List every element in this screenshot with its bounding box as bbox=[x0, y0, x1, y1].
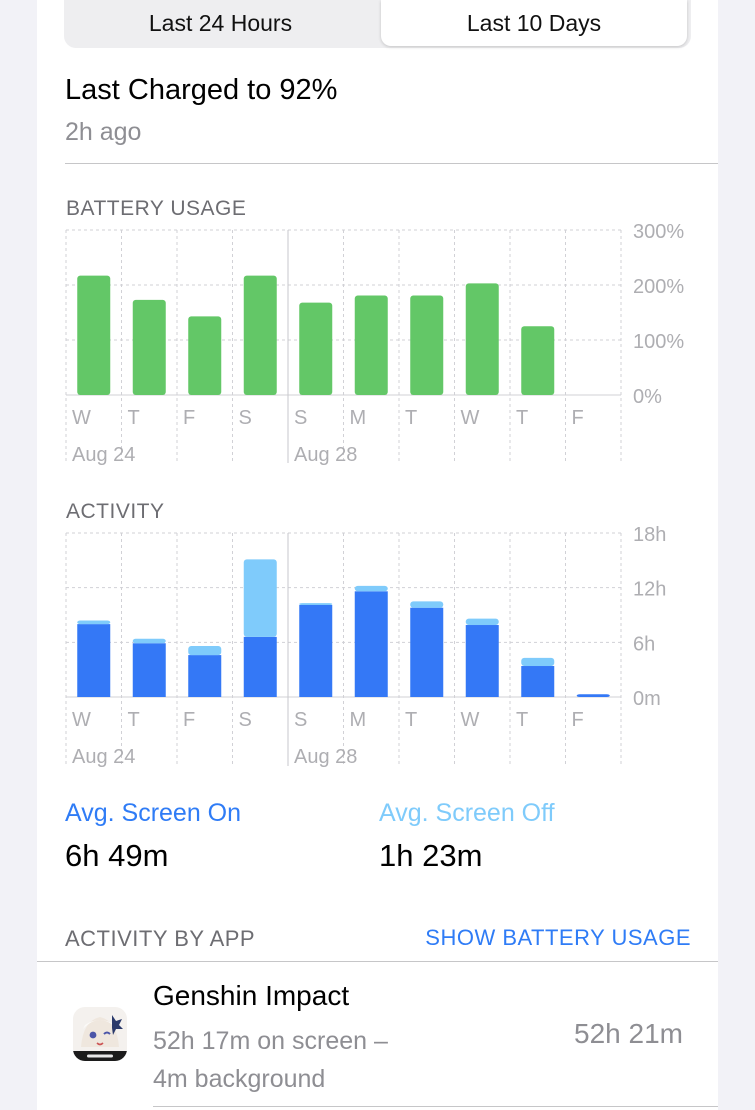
app-name: Genshin Impact bbox=[153, 980, 350, 1011]
bar-screen-on bbox=[299, 604, 333, 697]
x-tick-label: T bbox=[405, 709, 417, 731]
avg-screen-off-value: 1h 23m bbox=[379, 838, 483, 873]
x-tick-label: M bbox=[350, 709, 367, 731]
x-tick-label: S bbox=[239, 709, 252, 731]
bar-screen-on bbox=[77, 624, 111, 697]
y-tick-label: 6h bbox=[633, 633, 655, 655]
x-tick-label: S bbox=[294, 709, 307, 731]
avg-screen-on-label: Avg. Screen On bbox=[65, 799, 242, 827]
bar-screen-on bbox=[132, 643, 166, 697]
app-background-time: 4m background bbox=[153, 1065, 326, 1093]
activity-by-app-label: ACTIVITY BY APP bbox=[65, 926, 256, 951]
bar-screen-off bbox=[299, 603, 333, 605]
date-label: Aug 28 bbox=[294, 746, 357, 768]
app-usage-detail: 52h 17m on screen – 4m background bbox=[153, 1022, 388, 1098]
bar-screen-on bbox=[354, 591, 388, 697]
x-tick-label: W bbox=[461, 709, 480, 731]
bar-screen-on bbox=[521, 666, 555, 697]
bar-screen-off bbox=[77, 620, 111, 625]
bar-screen-on bbox=[188, 655, 222, 697]
bar-screen-off bbox=[354, 585, 388, 592]
divider bbox=[153, 1106, 718, 1107]
app-total-time: 52h 21m bbox=[574, 1018, 683, 1049]
x-tick-label: F bbox=[572, 709, 584, 731]
bar-screen-on bbox=[410, 607, 444, 697]
app-screen-time: 52h 17m on screen – bbox=[153, 1027, 388, 1055]
bar-screen-on bbox=[243, 636, 277, 697]
avg-screen-on-value: 6h 49m bbox=[65, 838, 169, 873]
bar-screen-off bbox=[132, 638, 166, 644]
bar-screen-on bbox=[576, 694, 610, 697]
date-label: Aug 24 bbox=[72, 746, 135, 768]
divider bbox=[37, 961, 718, 962]
bar-screen-off bbox=[188, 645, 222, 656]
bar-screen-off bbox=[243, 559, 277, 637]
bar-screen-on bbox=[465, 625, 499, 697]
avg-screen-off-label: Avg. Screen Off bbox=[379, 799, 555, 827]
x-tick-label: W bbox=[72, 709, 91, 731]
bar-screen-off bbox=[465, 618, 499, 626]
y-tick-label: 18h bbox=[633, 524, 666, 546]
x-tick-label: F bbox=[183, 709, 195, 731]
bar-screen-off bbox=[410, 601, 444, 608]
show-battery-usage-button[interactable]: SHOW BATTERY USAGE bbox=[425, 925, 691, 951]
x-tick-label: T bbox=[128, 709, 140, 731]
genshin-impact-app-icon bbox=[73, 1007, 127, 1061]
x-tick-label: T bbox=[516, 709, 528, 731]
y-tick-label: 12h bbox=[633, 579, 666, 601]
y-tick-label: 0m bbox=[633, 688, 661, 710]
activity-chart: 18h 12h 6h 0m W T F S S M T W T F Aug 24 Aug 28 bbox=[65, 524, 666, 768]
bar-screen-off bbox=[521, 657, 555, 667]
